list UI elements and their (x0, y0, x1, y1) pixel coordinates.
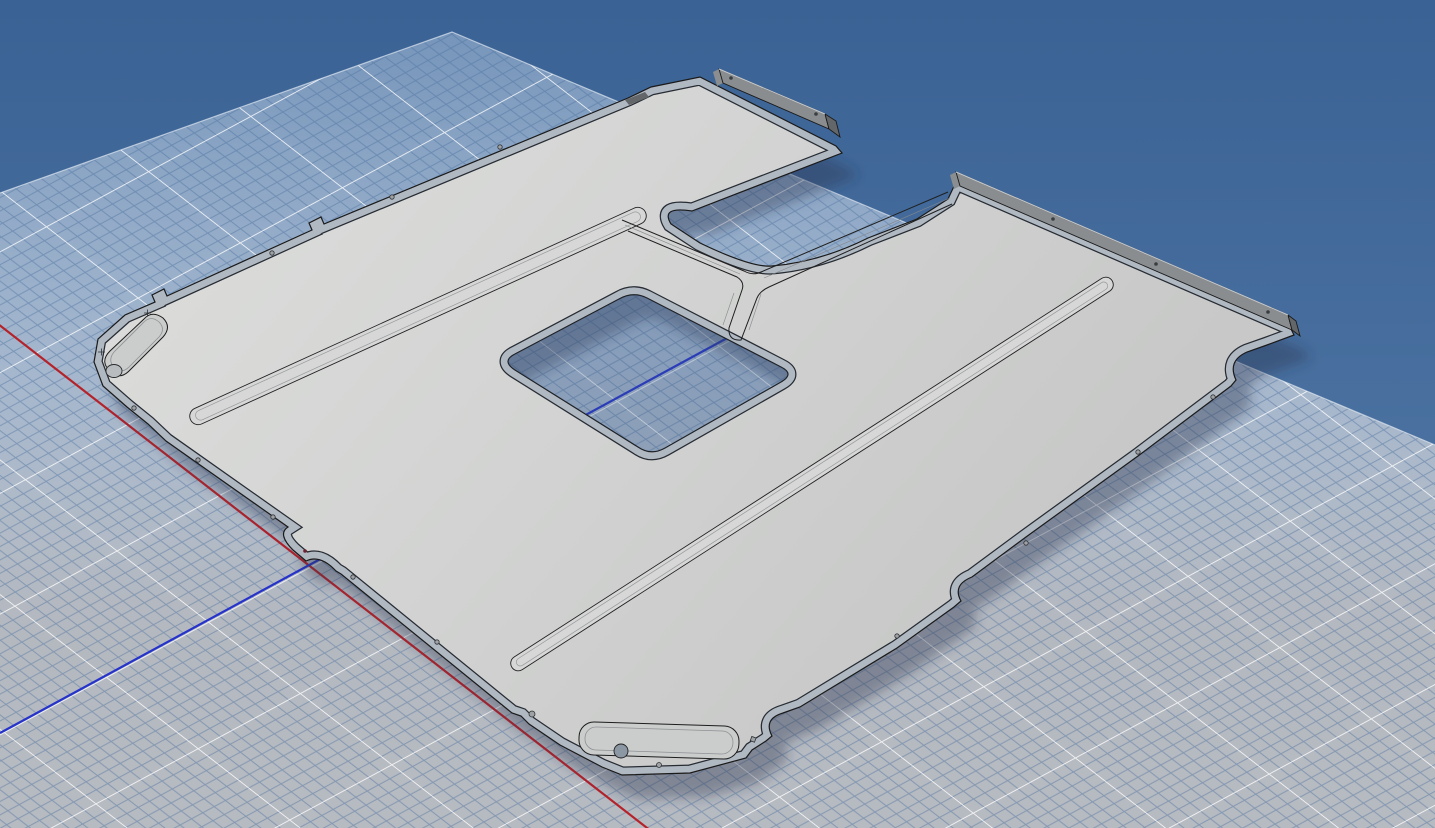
pocket-hole (614, 744, 628, 758)
viewport-canvas[interactable] (0, 0, 1435, 828)
corner-pocket-disc (106, 365, 122, 378)
bottom-pocket (579, 721, 740, 759)
cad-viewport[interactable] (0, 0, 1435, 828)
origin-point[interactable] (303, 549, 307, 553)
